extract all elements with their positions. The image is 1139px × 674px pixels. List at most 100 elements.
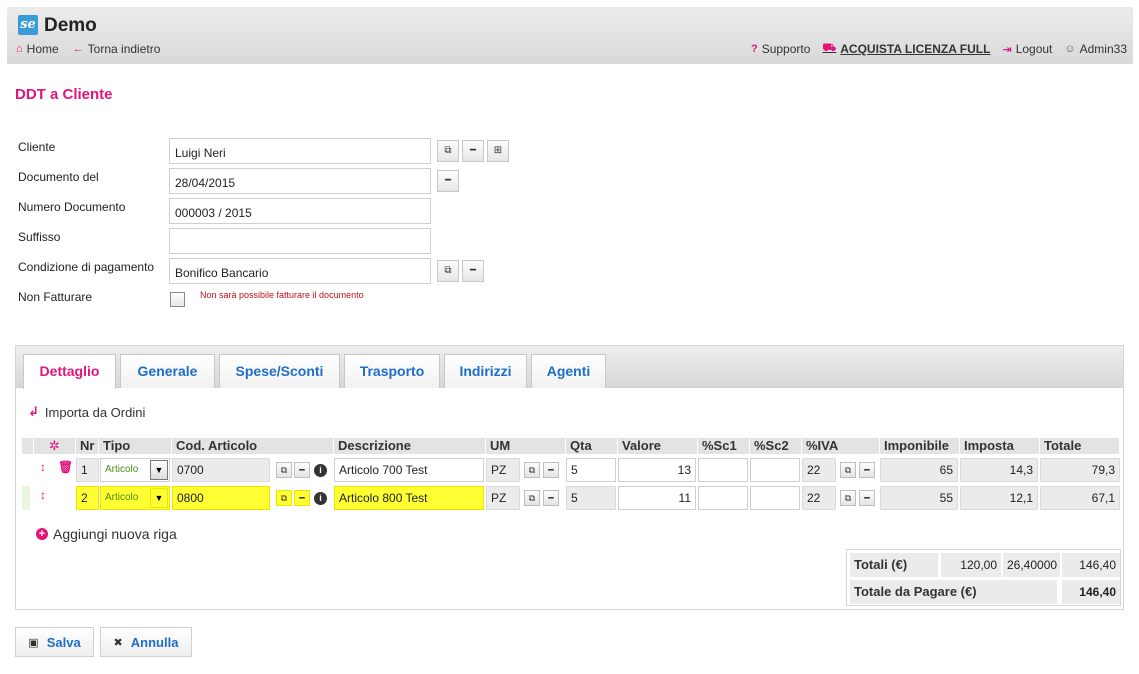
row-qta[interactable]: 5 — [566, 486, 616, 510]
documento-del-clear-button[interactable]: ━ — [437, 170, 459, 192]
minus-icon[interactable]: ━ — [294, 462, 310, 478]
row-totale: 79,3 — [1040, 458, 1120, 482]
grid-header-sc1: %Sc1 — [698, 438, 750, 454]
open-window-icon: ⧉ — [444, 265, 452, 276]
row-sc2[interactable] — [750, 458, 800, 482]
row-sc2[interactable] — [750, 486, 800, 510]
nav-right: ? Supporto ⛟ ACQUISTA LICENZA FULL ⇥ Log… — [751, 42, 1127, 56]
add-row-link[interactable]: + Aggiungi nuova riga — [36, 526, 177, 542]
document-panel: Dettaglio Generale Spese/Sconti Trasport… — [15, 345, 1124, 610]
documento-del-label: Documento del — [18, 170, 99, 184]
suffisso-label: Suffisso — [18, 230, 61, 244]
cliente-add-button[interactable]: ⊞ — [487, 140, 509, 162]
tab-indirizzi[interactable]: Indirizzi — [444, 354, 527, 388]
move-row-icon[interactable]: ↕ — [40, 488, 46, 502]
row-valore[interactable]: 13 — [618, 458, 696, 482]
row-cod-articolo[interactable]: 0800 — [172, 486, 270, 510]
move-row-icon[interactable]: ↕ — [40, 460, 46, 474]
tab-spese-sconti[interactable]: Spese/Sconti — [219, 354, 340, 388]
row-imponibile: 55 — [880, 486, 958, 510]
row-tipo-select[interactable]: Articolo ▼ — [100, 486, 170, 510]
plus-circle-icon: + — [36, 528, 48, 540]
import-from-orders-label: Importa da Ordini — [44, 404, 146, 420]
open-window-icon[interactable]: ⧉ — [840, 462, 856, 478]
app-header: se Demo ⌂ Home ← Torna indietro ? Suppor… — [7, 7, 1133, 64]
grid-header-totale: Totale — [1040, 438, 1120, 454]
question-icon: ? — [750, 43, 758, 55]
tab-generale[interactable]: Generale — [120, 354, 215, 388]
row-descrizione[interactable]: Articolo 800 Test — [334, 486, 484, 510]
trash-icon[interactable]: 🗑 — [58, 460, 73, 474]
row-um: PZ — [486, 486, 520, 510]
open-window-icon[interactable]: ⧉ — [840, 490, 856, 506]
cliente-input[interactable]: Luigi Neri — [169, 138, 431, 164]
row-selected-indicator — [22, 486, 30, 510]
open-window-icon[interactable]: ⧉ — [524, 462, 540, 478]
arrow-left-icon: ← — [72, 43, 84, 55]
nav-home-link[interactable]: ⌂ Home — [16, 42, 59, 56]
row-sc1[interactable] — [698, 458, 748, 482]
row-sc1[interactable] — [698, 486, 748, 510]
nav-support-label: Supporto — [761, 42, 811, 56]
row-nr: 2 — [76, 486, 99, 510]
condizione-pagamento-label: Condizione di pagamento — [18, 260, 155, 274]
row-totale: 67,1 — [1040, 486, 1120, 510]
row-cod-articolo[interactable]: 0700 — [172, 458, 270, 482]
nav-logout-link[interactable]: ⇥ Logout — [1002, 42, 1052, 56]
open-window-icon[interactable]: ⧉ — [524, 490, 540, 506]
minus-icon: ━ — [469, 145, 477, 156]
row-valore[interactable]: 11 — [618, 486, 696, 510]
dropdown-arrow-icon: ▼ — [150, 488, 168, 508]
add-row-label: Aggiungi nuova riga — [53, 526, 177, 542]
nav-buy-license-link[interactable]: ⛟ ACQUISTA LICENZA FULL — [822, 42, 990, 56]
open-window-icon[interactable]: ⧉ — [276, 490, 292, 506]
info-icon[interactable]: i — [314, 464, 327, 477]
row-qta[interactable]: 5 — [566, 458, 616, 482]
tab-agenti[interactable]: Agenti — [531, 354, 606, 388]
grid-header-iva: %IVA — [802, 438, 880, 454]
row-um: PZ — [486, 458, 520, 482]
condizione-pagamento-input[interactable]: Bonifico Bancario — [169, 258, 431, 284]
grid-header-sc2: %Sc2 — [750, 438, 802, 454]
dropdown-arrow-icon: ▼ — [150, 460, 168, 480]
cancel-button[interactable]: ✖ Annulla — [100, 627, 192, 657]
totals-totale: 146,40 — [1062, 553, 1120, 577]
tab-trasporto[interactable]: Trasporto — [344, 354, 440, 388]
minus-icon[interactable]: ━ — [859, 462, 875, 478]
import-from-orders-link[interactable]: ↲ Importa da Ordini — [28, 404, 145, 420]
nav-back-link[interactable]: ← Torna indietro — [73, 42, 161, 56]
minus-icon[interactable]: ━ — [543, 490, 559, 506]
suffisso-input[interactable] — [169, 228, 431, 254]
minus-icon[interactable]: ━ — [543, 462, 559, 478]
nav-support-link[interactable]: ? Supporto — [751, 42, 810, 56]
row-tipo-select[interactable]: Articolo ▼ — [100, 458, 170, 482]
row-descrizione[interactable]: Articolo 700 Test — [334, 458, 484, 482]
open-window-icon[interactable]: ⧉ — [276, 462, 292, 478]
minus-icon[interactable]: ━ — [859, 490, 875, 506]
cliente-clear-button[interactable]: ━ — [462, 140, 484, 162]
numero-documento-input[interactable]: 000003 / 2015 — [169, 198, 431, 224]
save-button[interactable]: ▣ Salva — [15, 627, 94, 657]
non-fatturare-note: Non sarà possibile fatturare il document… — [200, 290, 364, 300]
nav-logout-label: Logout — [1015, 42, 1053, 56]
new-item-icon: ⊞ — [493, 145, 503, 156]
row-imponibile: 65 — [880, 458, 958, 482]
app-logo: se — [18, 15, 38, 35]
cliente-open-button[interactable]: ⧉ — [437, 140, 459, 162]
condizione-pagamento-open-button[interactable]: ⧉ — [437, 260, 459, 282]
open-window-icon: ⧉ — [444, 145, 452, 156]
minus-icon: ━ — [469, 265, 477, 276]
nav-user-link[interactable]: ☺ Admin33 — [1064, 42, 1127, 56]
logout-icon: ⇥ — [1002, 43, 1012, 56]
documento-del-input[interactable]: 28/04/2015 — [169, 168, 431, 194]
minus-icon[interactable]: ━ — [294, 490, 310, 506]
non-fatturare-checkbox[interactable] — [170, 292, 185, 307]
import-arrow-icon: ↲ — [28, 404, 39, 419]
grid-header-qta: Qta — [566, 438, 618, 454]
condizione-pagamento-clear-button[interactable]: ━ — [462, 260, 484, 282]
grid-settings-icon[interactable]: ✲ — [34, 438, 76, 454]
row-imposta: 12,1 — [960, 486, 1038, 510]
tab-dettaglio[interactable]: Dettaglio — [23, 354, 116, 389]
floppy-disk-icon: ▣ — [28, 636, 39, 649]
info-icon[interactable]: i — [314, 492, 327, 505]
